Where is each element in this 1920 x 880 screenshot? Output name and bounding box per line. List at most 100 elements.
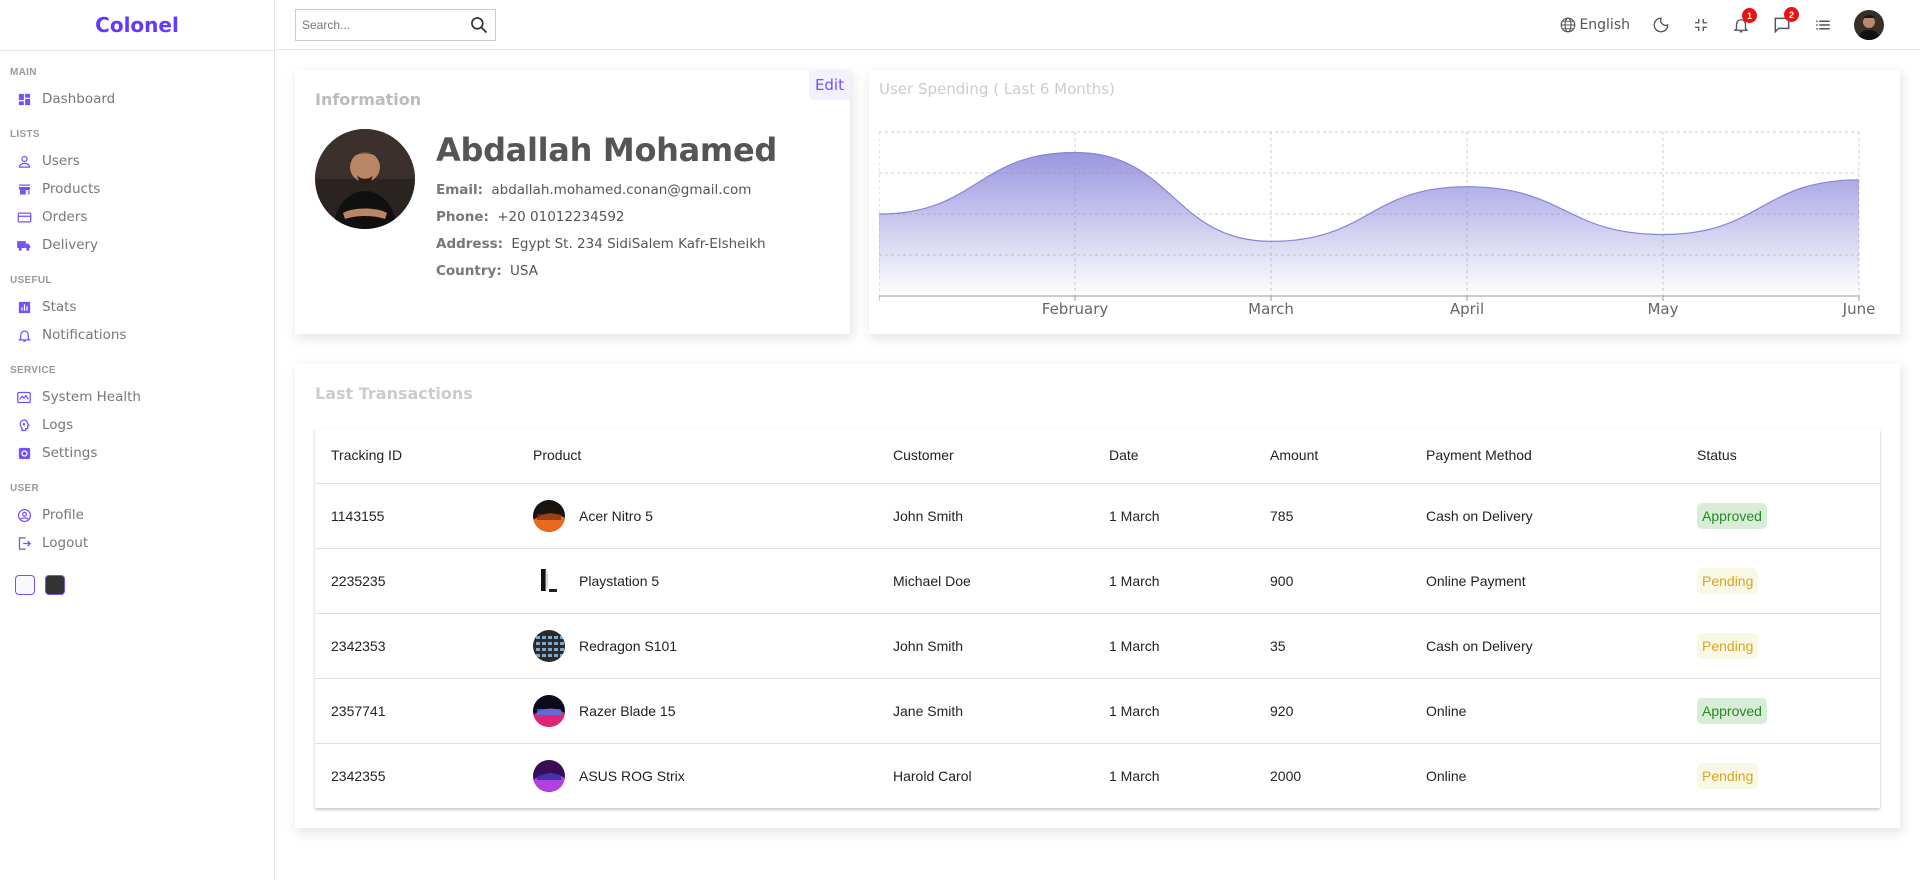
chart-icon [16, 299, 32, 315]
sidebar: Colonel MAIN Dashboard LISTS Users Products O… [0, 0, 275, 880]
product-name: ASUS ROG Strix [579, 767, 685, 784]
date-cell: 1 March [1109, 767, 1160, 784]
product-cell: Acer Nitro 5 [517, 483, 877, 549]
sidebar-item-notifications[interactable]: Notifications [10, 321, 274, 349]
search-icon[interactable] [469, 15, 489, 35]
information-title: Information [315, 90, 422, 109]
bell-icon [16, 327, 32, 343]
address-key: Address: [436, 236, 504, 252]
sidebar-section-title: USER [10, 483, 39, 494]
sidebar-item-label: Settings [42, 445, 98, 461]
dark-theme-button[interactable] [45, 575, 65, 595]
sidebar-item-settings[interactable]: Settings [10, 439, 274, 467]
table-row[interactable]: 2342353 Redragon S101 John Smith 1 March 35 C… [315, 613, 1880, 679]
messages-button[interactable]: 2 [1772, 7, 1799, 35]
profile-photo [315, 129, 415, 229]
profile-avatar[interactable] [1854, 10, 1884, 40]
status-badge: Approved [1697, 697, 1767, 724]
status-cell: Pending [1681, 613, 1880, 679]
light-theme-button[interactable] [15, 575, 35, 595]
product-cell: Playstation 5 [517, 548, 877, 614]
x-tick-label: June [1842, 300, 1876, 318]
sidebar-item-label: Products [42, 181, 101, 197]
column-header: Date [1093, 428, 1254, 484]
column-header: Customer [877, 428, 1093, 484]
app-logo[interactable]: Colonel [95, 13, 179, 37]
address-row: Address: Egypt St. 234 SidiSalem Kafr-El… [436, 236, 777, 252]
sidebar-item-logs[interactable]: Logs [10, 411, 274, 439]
product-wrapper: Razer Blade 15 [533, 694, 877, 727]
status-badge: Approved [1697, 502, 1767, 529]
profile-name: Abdallah Mohamed [436, 131, 777, 169]
amount-cell: 35 [1254, 613, 1410, 679]
dark-mode-toggle[interactable] [1652, 16, 1670, 34]
sidebar-item-label: Stats [42, 299, 77, 315]
customer-cell: Harold Carol [893, 767, 972, 784]
payment-method-cell: Cash on Delivery [1410, 613, 1681, 679]
transactions-card: Last Transactions Tracking ID Product Cust… [295, 364, 1900, 828]
list-button[interactable] [1814, 16, 1832, 34]
product-cell: Razer Blade 15 [517, 678, 877, 744]
sidebar-section-title: USEFUL [10, 275, 52, 286]
chart-title: User Spending ( Last 6 Months) [879, 80, 1115, 98]
store-icon [16, 181, 32, 197]
sidebar-item-profile[interactable]: Profile [10, 501, 274, 529]
date-cell: 1 March [1093, 548, 1254, 614]
product-name: Razer Blade 15 [579, 702, 676, 719]
x-tick-label: April [1450, 300, 1484, 318]
date-cell: 1 March [1093, 678, 1254, 744]
edit-button[interactable]: Edit [808, 70, 850, 100]
language-label: English [1579, 17, 1630, 33]
sidebar-item-orders[interactable]: Orders [10, 203, 274, 231]
sidebar-item-stats[interactable]: Stats [10, 293, 274, 321]
sidebar-section-title: MAIN [10, 67, 37, 78]
date-cell: 1 March [1093, 483, 1254, 549]
language-selector[interactable]: English [1559, 16, 1630, 34]
email-value: abdallah.mohamed.conan@gmail.com [491, 182, 752, 198]
list-icon [1814, 16, 1832, 34]
status-badge: Pending [1697, 567, 1759, 594]
status-cell: Pending [1681, 743, 1880, 808]
customer-cell: John Smith [877, 613, 1093, 679]
product-name: Redragon S101 [579, 637, 678, 654]
sidebar-item-products[interactable]: Products [10, 175, 274, 203]
country-key: Country: [436, 263, 502, 279]
amount-cell: 785 [1254, 483, 1410, 549]
status-badge: Pending [1697, 632, 1759, 659]
notifications-button[interactable]: 1 [1732, 8, 1757, 34]
navbar: English 1 2 [276, 0, 1920, 50]
sidebar-item-label: Notifications [42, 327, 127, 343]
payment-method-cell: Online [1426, 767, 1467, 784]
payment-method-cell: Online [1410, 678, 1681, 744]
table-row[interactable]: 1143155 Acer Nitro 5 John Smith 1 March 785 C… [315, 483, 1880, 549]
country-value: USA [510, 263, 538, 279]
phone-value: +20 01012234592 [497, 209, 625, 225]
tracking-id-cell: 2357741 [315, 678, 517, 744]
sidebar-item-logout[interactable]: Logout [10, 529, 274, 557]
product-image [533, 564, 565, 597]
payment-method-cell: Online Payment [1410, 548, 1681, 614]
payment-method-cell: Cash on Delivery [1410, 483, 1681, 549]
product-image [533, 499, 565, 532]
sidebar-item-dashboard[interactable]: Dashboard [10, 85, 274, 113]
table-row[interactable]: 2342355 ASUS ROG Strix Harold Carol 1 March… [315, 743, 1880, 808]
table-row[interactable]: 2357741 Razer Blade 15 Jane Smith 1 March 92… [315, 678, 1880, 744]
customer-cell: Jane Smith [877, 678, 1093, 744]
status-badge: Pending [1697, 762, 1759, 789]
fullscreen-exit-button[interactable] [1692, 16, 1710, 34]
sidebar-item-label: Orders [42, 209, 88, 225]
sidebar-item-users[interactable]: Users [10, 147, 274, 175]
sidebar-item-delivery[interactable]: Delivery [10, 231, 274, 259]
spending-area [879, 152, 1859, 296]
dashboard-icon [16, 91, 32, 107]
person-icon [16, 153, 32, 169]
spending-chart: February March April May June [879, 131, 1876, 318]
sidebar-item-system-health[interactable]: System Health [10, 383, 274, 411]
email-key: Email: [436, 182, 484, 198]
x-tick-label: February [1042, 300, 1109, 318]
sidebar-section-title: LISTS [10, 129, 40, 140]
search-input[interactable] [302, 17, 462, 32]
logout-icon [16, 535, 32, 551]
profile-details: Abdallah Mohamed Email: abdallah.mohamed… [436, 129, 777, 290]
table-row[interactable]: 2235235 Playstation 5 Michael Doe 1 March 90… [315, 548, 1880, 614]
